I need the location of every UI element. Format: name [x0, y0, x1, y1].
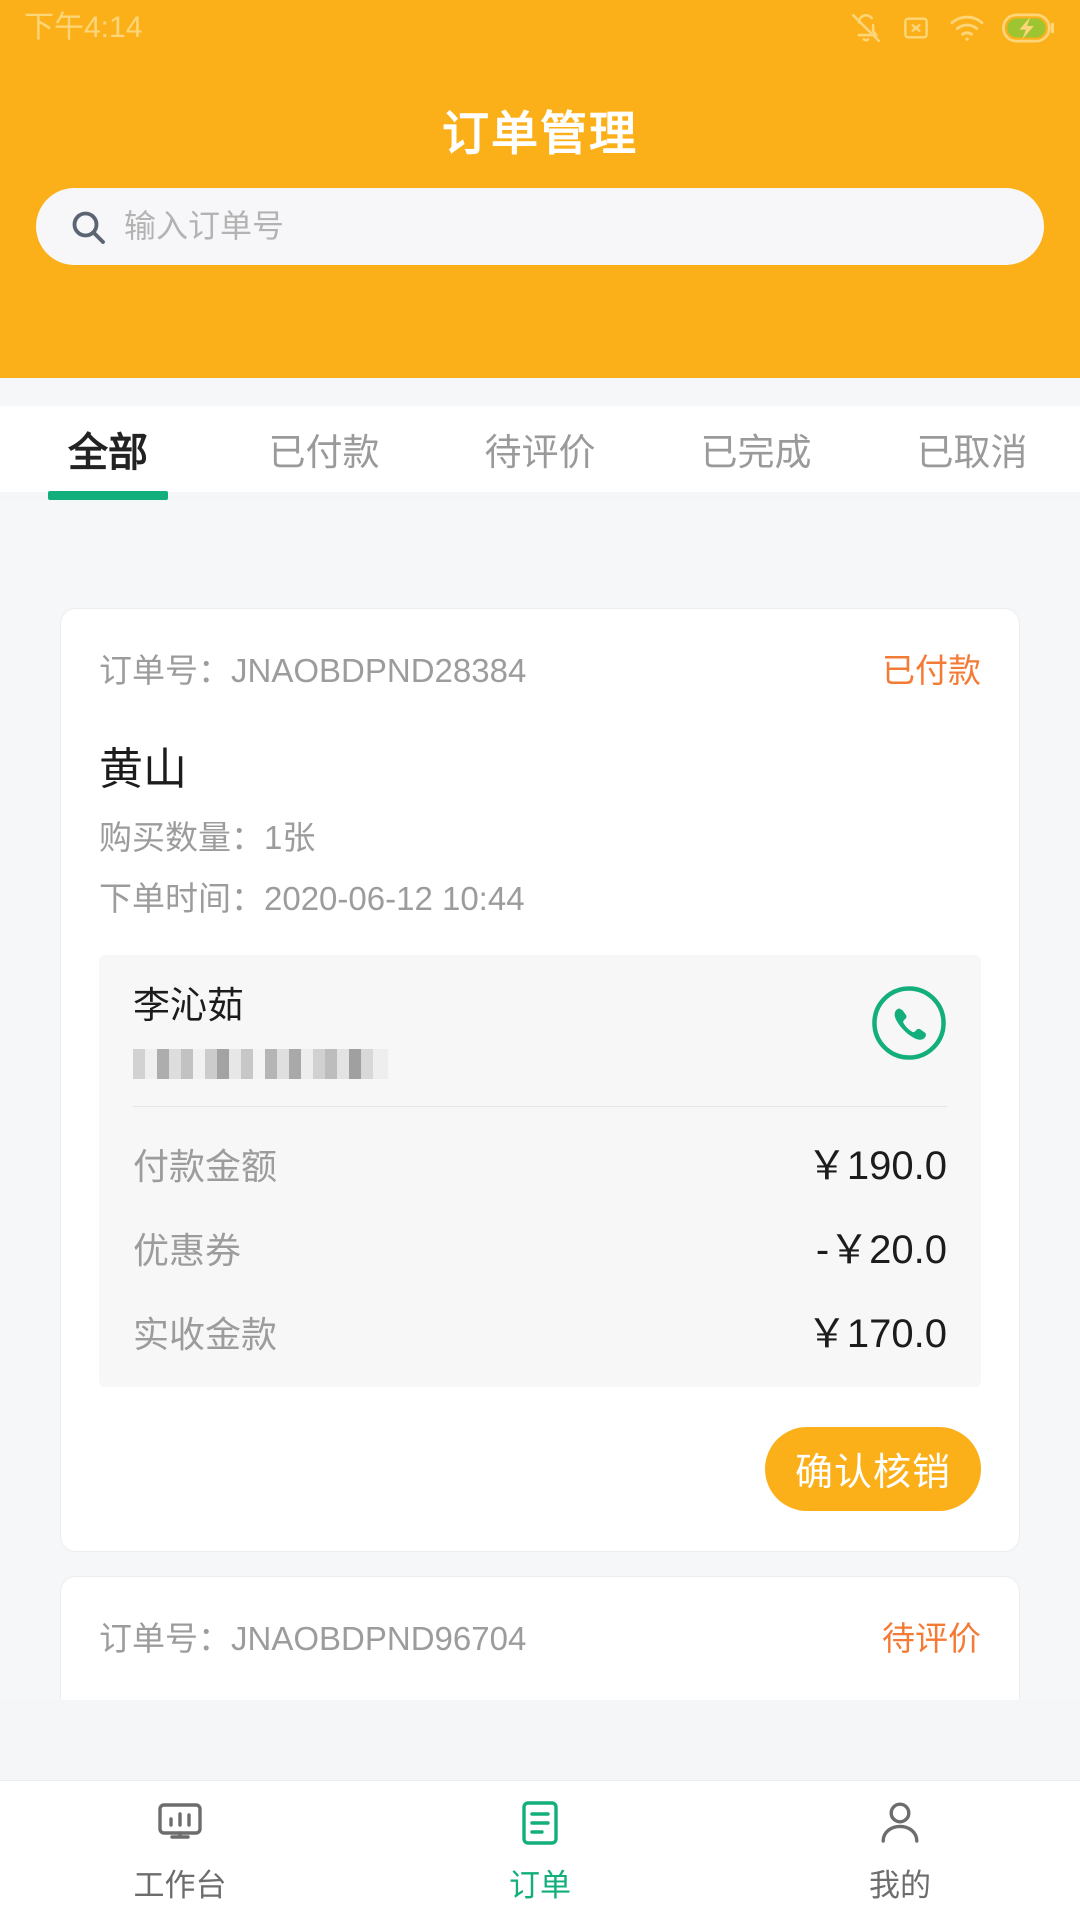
- status-badge: 已付款: [882, 652, 981, 689]
- amount-value: -￥20.0: [815, 1227, 947, 1272]
- header-divider: [0, 378, 1080, 406]
- call-customer-button[interactable]: [871, 985, 947, 1061]
- battery-charging-icon: [1002, 13, 1054, 43]
- order-number-value: JNAOBDPND96704: [231, 1619, 527, 1657]
- confirm-redeem-button[interactable]: 确认核销: [765, 1426, 981, 1511]
- tab-label: 已付款: [268, 432, 380, 473]
- amount-row: 付款金额 ￥190.0: [133, 1133, 947, 1191]
- tab-label: 待评价: [484, 432, 596, 473]
- status-bar-time: 下午4:14: [24, 11, 143, 44]
- tab-label: 全部: [68, 431, 148, 475]
- order-list-icon: [514, 1796, 566, 1850]
- customer-panel: 李沁茹 付款金额 ￥190.0 优惠券 -￥20.0 实收金款 ￥170.0: [99, 955, 981, 1387]
- status-bar-icons: [849, 11, 1054, 45]
- user-profile-icon: [874, 1796, 926, 1850]
- search-input[interactable]: [124, 196, 1014, 257]
- nav-label: 订单: [509, 1868, 571, 1903]
- bottom-navigation: 工作台 订单 我的: [0, 1780, 1080, 1920]
- purchase-quantity: 购买数量：1张: [99, 818, 316, 856]
- customer-header: 李沁茹: [133, 985, 947, 1079]
- bell-muted-icon: [849, 11, 883, 45]
- order-number-value: JNAOBDPND28384: [231, 652, 527, 689]
- nav-label: 工作台: [133, 1868, 227, 1903]
- order-number-label: 订单号：: [99, 1619, 231, 1657]
- amount-row: 优惠券 -￥20.0: [133, 1217, 947, 1275]
- amount-value: ￥170.0: [806, 1311, 947, 1356]
- tab-all[interactable]: 全部: [0, 406, 216, 500]
- order-number: 订单号：JNAOBDPND96704: [99, 1619, 527, 1657]
- amount-label: 优惠券: [133, 1229, 242, 1271]
- amount-value: ￥190.0: [806, 1143, 947, 1188]
- order-number-label: 订单号：: [99, 652, 231, 689]
- customer-divider: [133, 1105, 947, 1107]
- status-badge: 待评价: [882, 1619, 981, 1657]
- order-card[interactable]: 订单号：JNAOBDPND96704 待评价: [60, 1575, 1020, 1700]
- customer-name: 李沁茹: [133, 985, 244, 1027]
- tab-label: 已取消: [916, 432, 1028, 473]
- app-screen: 下午4:14 订单管理 输入订单号 全部 已付款 待评价 已完成 已取消 订单号…: [0, 0, 1080, 1920]
- search-icon: [66, 205, 110, 249]
- wifi-icon: [949, 13, 985, 43]
- search-bar[interactable]: [36, 188, 1044, 265]
- page-header: 下午4:14 订单管理 输入订单号: [0, 0, 1080, 378]
- order-card-actions: 确认核销: [99, 1387, 981, 1551]
- order-status-tabs: 全部 已付款 待评价 已完成 已取消: [0, 406, 1080, 500]
- amount-label: 实收金款: [133, 1313, 278, 1355]
- order-time: 下单时间：2020-06-12 10:44: [99, 879, 525, 917]
- tab-cancelled[interactable]: 已取消: [864, 406, 1080, 492]
- tab-label: 已完成: [700, 432, 812, 473]
- order-card[interactable]: 订单号：JNAOBDPND28384 已付款 黄山 购买数量：1张 下单时间：2…: [60, 608, 1020, 1552]
- order-number: 订单号：JNAOBDPND28384: [99, 652, 527, 689]
- customer-info: 李沁茹: [133, 985, 388, 1079]
- nav-label: 我的: [869, 1868, 931, 1903]
- order-card-header: 订单号：JNAOBDPND96704 待评价: [99, 1577, 981, 1657]
- amount-row: 实收金款 ￥170.0: [133, 1301, 947, 1359]
- customer-phone-masked: [133, 1048, 388, 1079]
- amount-label: 付款金额: [133, 1145, 278, 1187]
- product-name: 黄山: [99, 745, 187, 795]
- order-list[interactable]: 订单号：JNAOBDPND28384 已付款 黄山 购买数量：1张 下单时间：2…: [0, 501, 1080, 1700]
- sim-card-missing-icon: [900, 12, 932, 44]
- order-card-header: 订单号：JNAOBDPND28384 已付款: [99, 609, 981, 689]
- tab-active-underline: [48, 491, 168, 500]
- tab-pending-review[interactable]: 待评价: [432, 406, 648, 492]
- status-bar: 下午4:14: [0, 0, 1080, 56]
- tab-paid[interactable]: 已付款: [216, 406, 432, 492]
- nav-item-orders[interactable]: 订单: [360, 1781, 720, 1920]
- nav-item-profile[interactable]: 我的: [720, 1781, 1080, 1920]
- tab-completed[interactable]: 已完成: [648, 406, 864, 492]
- page-title: 订单管理: [442, 107, 638, 160]
- nav-item-workbench[interactable]: 工作台: [0, 1781, 360, 1920]
- workbench-icon: [154, 1796, 206, 1850]
